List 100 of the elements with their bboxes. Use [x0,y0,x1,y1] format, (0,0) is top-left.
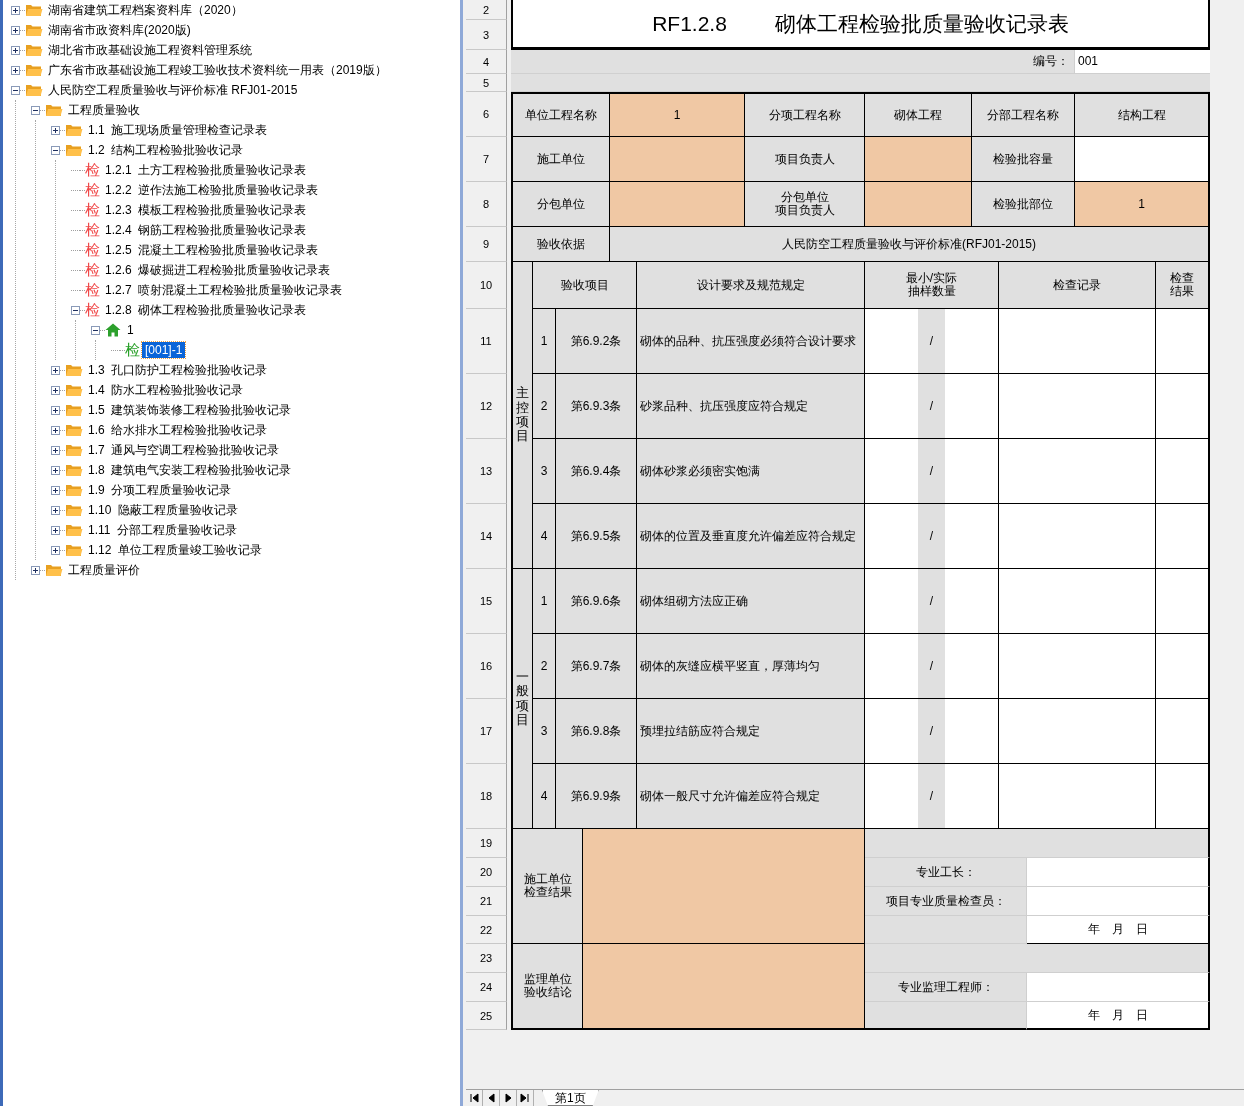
tree-item[interactable]: 1.1 施工现场质量管理检查记录表 [85,122,271,138]
tree-toggle[interactable] [51,145,60,155]
input-field[interactable] [583,829,865,944]
tree-toggle[interactable] [71,305,80,315]
tree-item[interactable]: 1.12 单位工程质量竣工验收记录 [85,542,266,558]
tree-item[interactable]: 工程质量验收 [65,102,143,118]
tree-item[interactable]: [001]-1 [142,342,186,358]
plus-icon [12,46,19,54]
row-number: 16 [466,634,507,699]
table-cell [1156,374,1210,439]
tree-item[interactable]: 1.2.5 混凝土工程检验批质量验收记录表 [102,242,322,258]
plus-icon [52,446,59,454]
last-page-icon-button[interactable] [517,1090,534,1106]
folder-icon [65,503,83,517]
tree-item[interactable]: 1.3 孔口防护工程检验批验收记录 [85,362,271,378]
input-field[interactable] [583,944,865,1030]
tree-item[interactable]: 1 [124,322,137,338]
row-number: 21 [466,887,507,916]
tree-toggle[interactable] [11,65,20,75]
tree-toggle[interactable] [11,45,20,55]
tree-toggle[interactable] [51,465,60,475]
plus-icon [52,386,59,394]
tree-item[interactable]: 广东省市政基础设施工程竣工验收技术资料统一用表（2019版） [45,62,390,78]
tree-item[interactable]: 1.10 隐蔽工程质量验收记录 [85,502,242,518]
table-cell [865,309,918,374]
tree-item[interactable]: 湖南省建筑工程档案资料库（2020） [45,2,246,18]
table-cell [945,569,999,634]
tree-item[interactable]: 1.2.1 土方工程检验批质量验收记录表 [102,162,310,178]
folder-icon [25,63,43,77]
tree-item[interactable]: 1.2.8 砌体工程检验批质量验收记录表 [102,302,310,318]
tree-toggle[interactable] [11,85,20,95]
table-cell: 项目专业质量检查员： [865,887,1027,916]
tree-item[interactable]: 1.5 建筑装饰装修工程检验批验收记录 [85,402,295,418]
table-cell [865,374,918,439]
row-number: 6 [466,92,507,137]
form-icon: 检 [85,222,102,238]
plus-icon [12,6,19,14]
sheet-tab[interactable]: 第1页 [542,1090,599,1106]
row-number: 9 [466,227,507,262]
tree-item[interactable]: 1.8 建筑电气安装工程检验批验收记录 [85,462,295,478]
tree-item[interactable]: 1.2 结构工程检验批验收记录 [85,142,247,158]
table-cell: 专业监理工程师： [865,973,1027,1002]
tree-item[interactable]: 1.2.2 逆作法施工检验批质量验收记录表 [102,182,322,198]
folder-icon [25,83,43,97]
plus-icon [12,26,19,34]
table-cell: 预埋拉结筋应符合规定 [637,699,865,764]
tree-toggle[interactable] [51,365,60,375]
table-cell: 检验批部位 [972,182,1075,227]
tree-item[interactable]: 1.9 分项工程质量验收记录 [85,482,235,498]
tree-toggle[interactable] [11,5,20,15]
table-cell [945,504,999,569]
tree-toggle[interactable] [51,445,60,455]
row-number: 5 [466,74,507,92]
tree-toggle[interactable] [51,385,60,395]
tree-item[interactable]: 1.2.7 喷射混凝土工程检验批质量验收记录表 [102,282,346,298]
tree-toggle[interactable] [31,565,40,575]
table-cell: 第6.9.5条 [556,504,637,569]
row-number: 18 [466,764,507,829]
tree-toggle[interactable] [51,525,60,535]
tree-item[interactable]: 工程质量评价 [65,562,143,578]
table-cell: 第6.9.3条 [556,374,637,439]
tree-item[interactable]: 1.4 防水工程检验批验收记录 [85,382,247,398]
folder-icon [25,23,43,37]
plus-icon [52,506,59,514]
tree-toggle[interactable] [51,405,60,415]
next-page-icon [502,1092,514,1104]
tree-item[interactable]: 1.2.3 模板工程检验批质量验收记录表 [102,202,310,218]
row-number: 14 [466,504,507,569]
tree-item[interactable]: 湖南省市政资料库(2020版) [45,22,194,38]
table-cell: / [918,374,945,439]
table-cell: 分部工程名称 [972,92,1075,137]
tree-item[interactable]: 1.11 分部工程质量验收记录 [85,522,241,538]
table-cell [865,569,918,634]
folder-icon [65,523,83,537]
tree-toggle[interactable] [51,485,60,495]
table-cell [1156,569,1210,634]
tree-toggle[interactable] [91,325,100,335]
table-cell: 1 [533,309,556,374]
table-cell: 砌体砂浆必须密实饱满 [637,439,865,504]
tree-toggle[interactable] [51,425,60,435]
tree-item[interactable]: 1.2.6 爆破掘进工程检验批质量验收记录表 [102,262,334,278]
tree-item[interactable]: 1.2.4 钢筋工程检验批质量验收记录表 [102,222,310,238]
tree-toggle[interactable] [51,505,60,515]
row-number: 22 [466,916,507,944]
form-icon: 检 [85,162,102,178]
tree-item[interactable]: 人民防空工程质量验收与评价标准 RFJ01-2015 [45,82,301,98]
folder-icon [65,443,83,457]
tree-item[interactable]: 湖北省市政基础设施工程资料管理系统 [45,42,255,58]
tree-item[interactable]: 1.7 通风与空调工程检验批验收记录 [85,442,283,458]
table-cell: 3 [533,439,556,504]
tree-item[interactable]: 1.6 给水排水工程检验批验收记录 [85,422,271,438]
table-cell [945,374,999,439]
tree-toggle[interactable] [11,25,20,35]
group-label: 主控项目 [511,262,533,569]
row-number: 13 [466,439,507,504]
tree-toggle[interactable] [31,105,40,115]
group-label: 一般项目 [511,569,533,829]
tree-toggle[interactable] [51,125,60,135]
table-cell: 验收依据 [511,227,610,262]
tree-toggle[interactable] [51,545,60,555]
